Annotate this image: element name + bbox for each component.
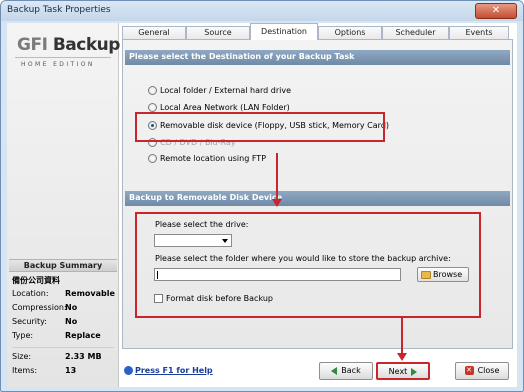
- help-link[interactable]: Press F1 for Help: [124, 366, 213, 375]
- logo-edition: HOME EDITION: [21, 61, 95, 68]
- summary-key: Location:: [12, 289, 49, 298]
- summary-key: Size:: [12, 352, 32, 361]
- help-link-label: Press F1 for Help: [135, 366, 213, 375]
- summary-value: No: [65, 303, 78, 312]
- format-disk-checkbox-row[interactable]: Format disk before Backup: [154, 294, 273, 303]
- back-button-label: Back: [341, 366, 361, 375]
- next-button-label: Next: [388, 367, 408, 376]
- logo-brand-backup: Backup: [52, 35, 121, 55]
- text-caret: [157, 271, 158, 279]
- summary-value: No: [65, 317, 78, 326]
- summary-row-compression: Compression: No: [9, 302, 117, 316]
- logo-divider: [15, 57, 111, 58]
- summary-key: Type:: [12, 331, 34, 340]
- backup-summary-header: Backup Summary: [9, 259, 117, 272]
- folder-icon: [421, 271, 431, 279]
- tab-scheduler[interactable]: Scheduler: [382, 26, 449, 39]
- drive-select[interactable]: [154, 234, 232, 247]
- window-title: Backup Task Properties: [7, 5, 111, 15]
- summary-row-size: Size: 2.33 MB: [9, 351, 117, 365]
- summary-value: Removable: [65, 289, 115, 298]
- arrow-down-icon: [397, 353, 407, 361]
- tab-strip: General Source Destination Options Sched…: [122, 23, 517, 40]
- close-button-label: Close: [477, 366, 500, 375]
- radio-button[interactable]: [148, 86, 157, 95]
- close-icon: ✕: [464, 366, 474, 375]
- folder-label: Please select the folder where you would…: [155, 254, 451, 263]
- summary-key: Compression:: [12, 303, 67, 312]
- arrow-right-icon: [411, 367, 418, 376]
- close-button[interactable]: ✕ Close: [455, 362, 509, 380]
- dialog-client-area: GFI Backup HOME EDITION Backup Summary 備…: [7, 23, 517, 387]
- folder-path-input[interactable]: [154, 268, 401, 281]
- radio-label: Remote location using FTP: [160, 154, 267, 163]
- tab-destination[interactable]: Destination: [250, 23, 318, 40]
- radio-local-folder[interactable]: Local folder / External hard drive: [148, 86, 291, 98]
- removable-section-header: Backup to Removable Disk Device: [125, 191, 510, 206]
- tab-general[interactable]: General: [122, 26, 186, 39]
- logo-brand-gfi: GFI: [17, 35, 48, 55]
- sidebar: GFI Backup HOME EDITION Backup Summary 備…: [7, 23, 121, 387]
- summary-row-type: Type: Replace: [9, 330, 117, 344]
- title-bar[interactable]: Backup Task Properties ✕: [1, 1, 523, 21]
- summary-divider: [12, 347, 114, 348]
- next-button[interactable]: Next: [376, 362, 430, 380]
- format-disk-label: Format disk before Backup: [166, 294, 273, 303]
- connector-line-top: [276, 153, 278, 201]
- format-disk-checkbox[interactable]: [154, 294, 163, 303]
- summary-row-security: Security: No: [9, 316, 117, 330]
- destination-section-header: Please select the Destination of your Ba…: [125, 50, 510, 65]
- radio-remote-ftp[interactable]: Remote location using FTP: [148, 154, 266, 166]
- gfi-backup-logo: GFI Backup HOME EDITION: [9, 29, 121, 101]
- summary-row-location: Location: Removable: [9, 288, 117, 302]
- summary-value: Replace: [65, 331, 101, 340]
- radio-label: Local folder / External hard drive: [160, 86, 292, 95]
- window-close-button[interactable]: ✕: [475, 3, 517, 19]
- highlight-box-removable-option: [135, 112, 385, 142]
- summary-value: 2.33 MB: [65, 352, 102, 361]
- back-button[interactable]: Back: [319, 362, 373, 380]
- destination-tab-panel: Please select the Destination of your Ba…: [122, 39, 513, 349]
- arrow-down-icon: [272, 199, 282, 207]
- backup-summary-panel: Backup Summary 備份公司資料 Location: Removabl…: [9, 259, 117, 387]
- drive-label: Please select the drive:: [155, 220, 249, 229]
- summary-key: Items:: [12, 366, 38, 375]
- radio-button[interactable]: [148, 154, 157, 163]
- summary-row-items: Items: 13: [9, 365, 117, 379]
- tab-options[interactable]: Options: [318, 26, 382, 39]
- backup-task-properties-window: Backup Task Properties ✕ GFI Backup HOME…: [0, 0, 524, 392]
- summary-key: Security:: [12, 317, 47, 326]
- backup-task-name: 備份公司資料: [12, 276, 60, 285]
- tab-events[interactable]: Events: [449, 26, 509, 39]
- browse-button[interactable]: Browse: [417, 267, 469, 282]
- chevron-down-icon[interactable]: [222, 239, 228, 243]
- browse-button-label: Browse: [433, 270, 463, 279]
- help-icon: [124, 366, 133, 375]
- connector-line-bottom: [401, 317, 403, 355]
- summary-value: 13: [65, 366, 77, 375]
- radio-button[interactable]: [148, 103, 157, 112]
- tab-source[interactable]: Source: [186, 26, 250, 39]
- arrow-left-icon: [331, 366, 338, 375]
- radio-label: Local Area Network (LAN Folder): [160, 103, 290, 112]
